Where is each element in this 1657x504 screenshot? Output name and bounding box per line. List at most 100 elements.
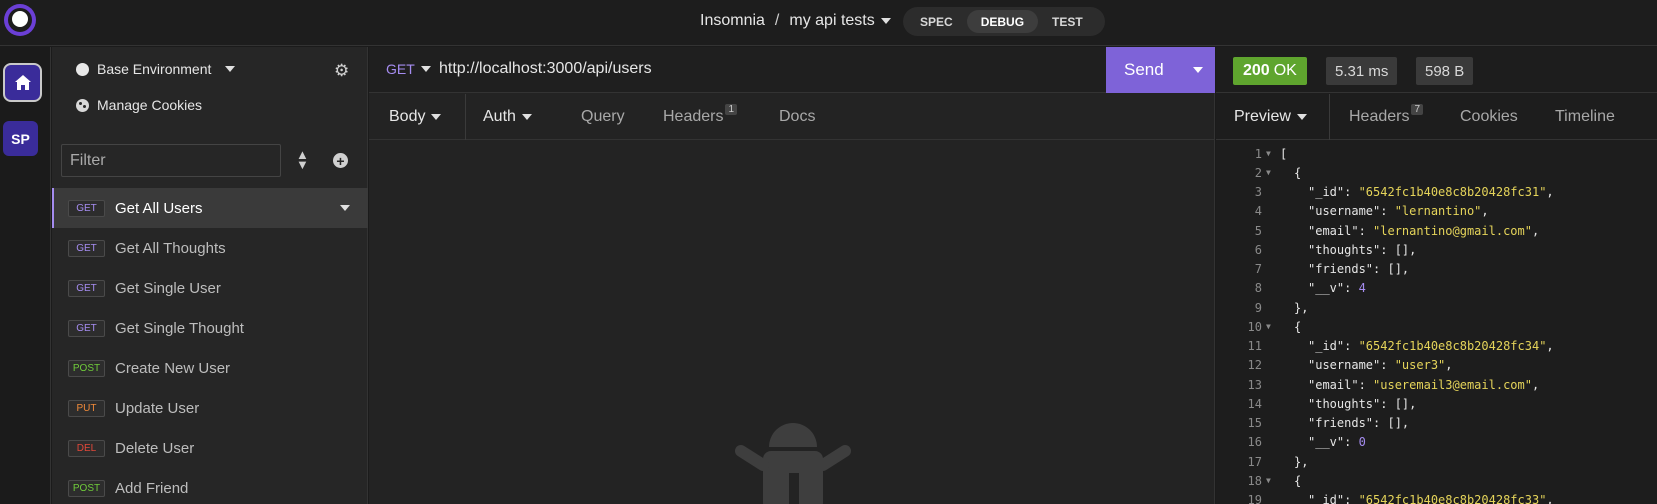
send-button[interactable]: Send — [1106, 47, 1215, 93]
json-key: "_id" — [1308, 493, 1345, 504]
code-text: { — [1280, 474, 1301, 488]
environment-selector[interactable]: Base Environment — [76, 61, 236, 77]
method-badge: DEL — [68, 439, 105, 457]
project-dropdown[interactable]: my api tests — [789, 12, 891, 30]
json-string: "useremail3@email.com" — [1373, 377, 1532, 392]
workspace-sp-button[interactable]: SP — [3, 121, 38, 156]
request-item[interactable]: DEL Delete User — [52, 428, 368, 468]
fold-toggle-icon[interactable]: ▼ — [1266, 322, 1280, 331]
tab-preview-label: Preview — [1234, 108, 1291, 125]
json-key: "thoughts" — [1308, 396, 1381, 411]
method-badge: PUT — [68, 399, 105, 417]
json-punctuation: , — [1546, 339, 1554, 354]
response-status-bar: 200 OK 5.31 ms 598 B — [1216, 47, 1657, 93]
json-punctuation: , — [1481, 204, 1489, 219]
tab-response-headers[interactable]: Headers 7 — [1349, 103, 1424, 126]
request-name: Get All Thoughts — [115, 239, 226, 257]
tab-cookies[interactable]: Cookies — [1460, 108, 1518, 126]
app-name[interactable]: Insomnia — [700, 12, 765, 30]
url-input[interactable]: http://localhost:3000/api/users — [439, 60, 652, 78]
tab-auth-label: Auth — [483, 108, 516, 125]
line-number: 12 — [1247, 358, 1262, 373]
gear-icon[interactable]: ⚙ — [334, 61, 349, 81]
code-text: [ — [1280, 147, 1287, 161]
manage-cookies-button[interactable]: Manage Cookies — [76, 97, 202, 113]
tab-query[interactable]: Query — [581, 108, 625, 126]
request-name: Get Single User — [115, 279, 221, 297]
tab-timeline[interactable]: Timeline — [1555, 108, 1615, 126]
tab-body[interactable]: Body — [389, 108, 442, 126]
json-punctuation: , — [1546, 185, 1554, 200]
json-punctuation: }, — [1294, 454, 1309, 469]
mode-switcher: SPEC DEBUG TEST — [903, 7, 1105, 36]
code-text: "friends": [], — [1280, 416, 1409, 430]
method-selector[interactable]: GET — [386, 61, 431, 77]
request-name: Delete User — [115, 439, 195, 457]
json-punctuation: : — [1344, 435, 1359, 450]
code-line: 2 ▼ { — [1216, 163, 1657, 182]
add-request-icon[interactable]: + — [333, 153, 348, 168]
json-punctuation: , — [1546, 493, 1554, 504]
tab-headers[interactable]: Headers 1 — [663, 103, 738, 126]
json-punctuation: : — [1344, 185, 1359, 200]
request-item[interactable]: POST Add Friend — [52, 468, 368, 504]
json-key: "_id" — [1308, 185, 1345, 200]
tab-docs[interactable]: Docs — [779, 108, 815, 126]
send-options-chevron-icon[interactable] — [1193, 67, 1203, 73]
code-line: 10 ▼ { — [1216, 317, 1657, 336]
line-number: 18 — [1247, 473, 1262, 488]
fold-toggle-icon[interactable]: ▼ — [1266, 168, 1280, 177]
line-number: 6 — [1254, 242, 1262, 257]
request-name: Create New User — [115, 359, 231, 377]
mode-spec[interactable]: SPEC — [906, 10, 967, 33]
code-text: "username": "user3", — [1280, 358, 1453, 372]
code-line: 7 "friends": [], — [1216, 260, 1657, 279]
json-punctuation: [ — [1280, 146, 1288, 161]
breadcrumb: Insomnia / my api tests — [700, 12, 891, 30]
request-item[interactable]: GET Get All Users — [52, 188, 368, 228]
sort-icon[interactable]: ▲ ▼ — [296, 148, 309, 171]
home-button[interactable] — [3, 63, 42, 102]
json-punctuation: : — [1380, 358, 1395, 373]
request-item[interactable]: GET Get Single Thought — [52, 308, 368, 348]
code-line: 15 "friends": [], — [1216, 414, 1657, 433]
response-tabs: Preview Headers 7 Cookies Timeline — [1216, 94, 1657, 140]
environment-name: Base Environment — [97, 61, 212, 77]
method-badge: GET — [68, 199, 105, 217]
json-number: 4 — [1358, 281, 1366, 296]
code-line: 12 "username": "user3", — [1216, 356, 1657, 375]
response-pane: 200 OK 5.31 ms 598 B Preview Headers 7 Coo… — [1216, 47, 1657, 504]
code-text: "_id": "6542fc1b40e8c8b20428fc33", — [1280, 493, 1554, 504]
json-punctuation: : [], — [1373, 416, 1410, 431]
code-line: 14 "thoughts": [], — [1216, 394, 1657, 413]
json-punctuation: : — [1344, 339, 1359, 354]
tab-auth[interactable]: Auth — [483, 108, 532, 126]
code-line: 18 ▼ { — [1216, 471, 1657, 490]
request-options-chevron-icon[interactable] — [340, 205, 350, 211]
code-line: 17}, — [1216, 452, 1657, 471]
request-item[interactable]: POST Create New User — [52, 348, 368, 388]
request-name: Get Single Thought — [115, 319, 244, 337]
insomnia-logo-icon[interactable] — [4, 4, 36, 36]
code-text: "thoughts": [], — [1280, 243, 1416, 257]
chevron-down-icon — [420, 66, 431, 72]
json-punctuation: { — [1294, 473, 1302, 488]
fold-toggle-icon[interactable]: ▼ — [1266, 149, 1280, 158]
mode-test[interactable]: TEST — [1038, 10, 1097, 33]
response-time-badge: 5.31 ms — [1326, 57, 1398, 85]
code-line: 8 "__v": 4 — [1216, 279, 1657, 298]
tab-preview[interactable]: Preview — [1234, 108, 1307, 126]
left-rail: SP — [0, 47, 51, 504]
mode-debug[interactable]: DEBUG — [966, 10, 1039, 33]
request-item[interactable]: GET Get All Thoughts — [52, 228, 368, 268]
response-body-viewer[interactable]: 1 ▼[2 ▼{3 "_id": "6542fc1b40e8c8b20428fc31"… — [1216, 144, 1657, 504]
filter-input[interactable] — [61, 144, 281, 177]
line-number: 2 — [1254, 165, 1262, 180]
line-number: 16 — [1247, 435, 1262, 450]
json-number: 0 — [1358, 435, 1366, 450]
fold-toggle-icon[interactable]: ▼ — [1266, 476, 1280, 485]
json-punctuation: : [], — [1373, 262, 1410, 277]
request-item[interactable]: GET Get Single User — [52, 268, 368, 308]
chevron-down-icon — [1296, 114, 1307, 120]
request-item[interactable]: PUT Update User — [52, 388, 368, 428]
